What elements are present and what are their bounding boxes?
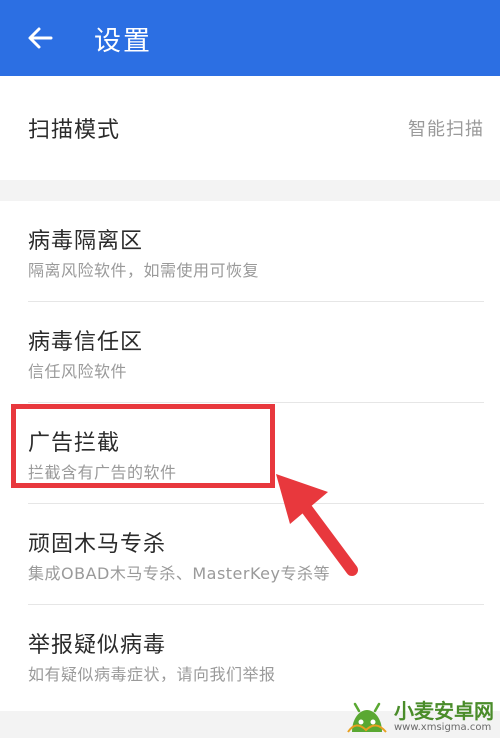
android-logo-icon (347, 702, 387, 733)
list-item-title: 病毒信任区 (28, 330, 144, 355)
watermark-url: www.xmsigma.com (394, 722, 492, 733)
scan-mode-label: 扫描模式 (28, 118, 121, 143)
scan-mode-row[interactable]: 扫描模式 智能扫描 (0, 76, 500, 180)
page-title: 设置 (94, 25, 152, 57)
list-item-trust-zone[interactable]: 病毒信任区 信任风险软件 (0, 302, 500, 403)
app-bar: 设置 (0, 0, 500, 76)
arrow-left-icon (28, 27, 53, 49)
red-arrow-pointing-icon (276, 474, 358, 576)
back-button[interactable] (0, 0, 80, 76)
highlight-box (11, 404, 275, 488)
list-item-subtitle: 隔离风险软件，如需使用可恢复 (28, 261, 260, 280)
list-item-report-virus[interactable]: 举报疑似病毒 如有疑似病毒症状，请向我们举报 (0, 605, 500, 706)
list-item-subtitle: 信任风险软件 (28, 362, 128, 381)
list-item-title: 顽固木马专杀 (28, 532, 167, 557)
list-item-title: 举报疑似病毒 (28, 633, 167, 658)
scan-mode-value: 智能扫描 (408, 119, 484, 140)
list-item-subtitle: 如有疑似病毒症状，请向我们举报 (28, 665, 276, 684)
list-item-trojan-killer[interactable]: 顽固木马专杀 集成OBAD木马专杀、MasterKey专杀等 (0, 504, 500, 605)
list-item-quarantine[interactable]: 病毒隔离区 隔离风险软件，如需使用可恢复 (0, 201, 500, 302)
watermark-title: 小麦安卓网 (394, 699, 494, 723)
watermark: 小麦安卓网 www.xmsigma.com (346, 700, 494, 734)
list-item-title: 病毒隔离区 (28, 229, 144, 254)
